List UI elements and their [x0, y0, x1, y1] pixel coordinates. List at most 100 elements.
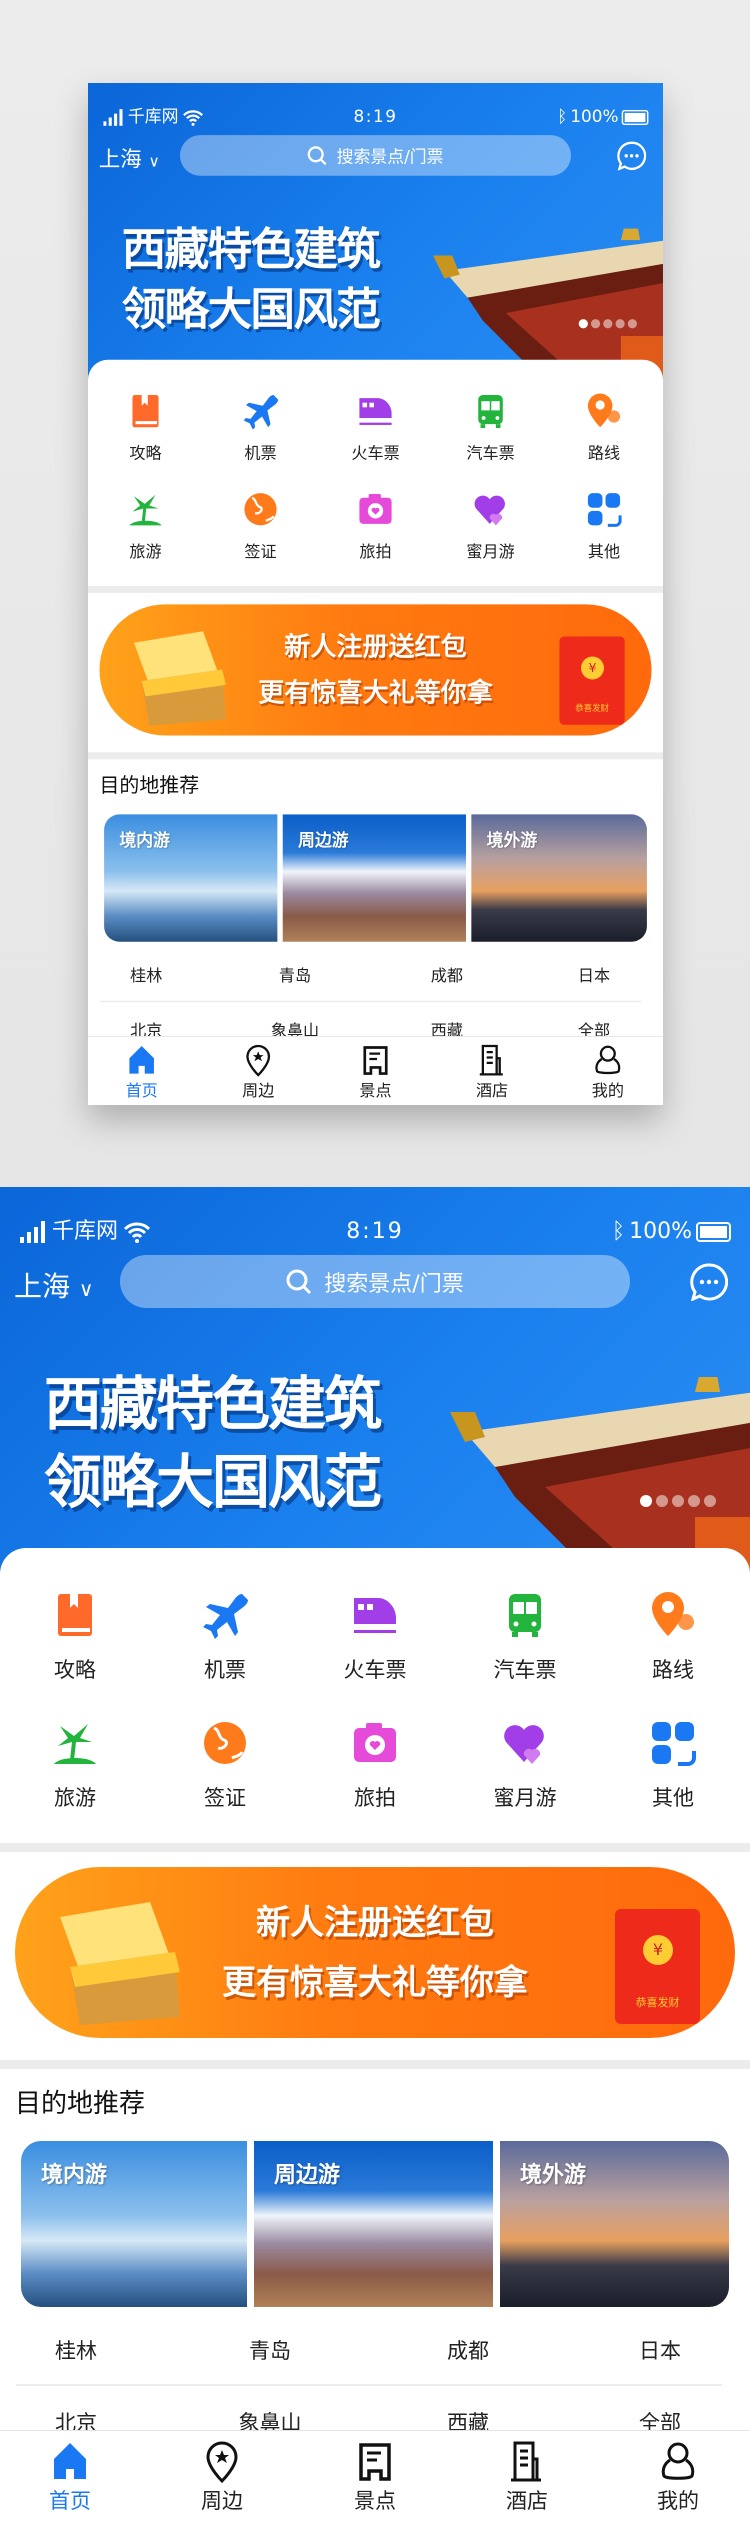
tab-hotel-building[interactable]: 酒店	[477, 2439, 577, 2515]
grid-more-icon	[587, 493, 622, 527]
destination-link[interactable]: 青岛	[257, 963, 334, 986]
message-icon[interactable]	[617, 141, 647, 171]
category-route-pin[interactable]: 路线	[613, 1590, 733, 1684]
dest-card-nearby[interactable]: 周边游	[254, 2141, 493, 2307]
tab-label: 酒店	[506, 2489, 548, 2513]
search-icon	[307, 145, 327, 165]
category-hearts[interactable]: 蜜月游	[465, 1718, 585, 1812]
promo-banner[interactable]: 新人注册送红包 更有惊喜大礼等你拿 ¥ 恭喜发财	[15, 1867, 735, 2038]
dot[interactable]	[627, 319, 637, 329]
category-grid-more[interactable]: 其他	[613, 1718, 733, 1812]
hotel-building-icon	[511, 2441, 541, 2482]
divider	[88, 752, 664, 760]
tab-label: 酒店	[475, 1081, 509, 1100]
city-selector[interactable]: 上海 ∨	[99, 143, 160, 174]
tab-nearby-pin[interactable]: 周边	[172, 2439, 272, 2515]
dot[interactable]	[590, 319, 601, 329]
airplane-icon	[243, 395, 279, 430]
user-icon	[595, 1045, 621, 1075]
category-label: 路线	[587, 444, 621, 463]
tab-user[interactable]: 我的	[569, 1043, 646, 1101]
category-label: 机票	[204, 1658, 246, 1682]
destination-link[interactable]: 日本	[610, 2335, 710, 2365]
search-input[interactable]: 搜索景点/门票	[120, 1255, 630, 1308]
tab-hotel-building[interactable]: 酒店	[454, 1043, 531, 1101]
destination-link[interactable]: 青岛	[220, 2335, 320, 2365]
category-label: 旅游	[54, 1786, 96, 1810]
category-camera[interactable]: 旅拍	[330, 490, 422, 562]
category-label: 蜜月游	[493, 1786, 557, 1810]
red-envelope-image: ¥ 恭喜发财	[559, 636, 625, 725]
category-palm-tree[interactable]: 旅游	[100, 490, 192, 562]
tab-scenic-ticket[interactable]: 景点	[337, 1043, 414, 1101]
city-name: 上海	[98, 146, 142, 172]
tab-user[interactable]: 我的	[628, 2439, 728, 2515]
destination-link[interactable]: 桂林	[26, 2335, 126, 2365]
tab-home[interactable]: 首页	[103, 1043, 180, 1101]
tab-label: 周边	[242, 1081, 275, 1100]
category-palm-tree[interactable]: 旅游	[15, 1718, 135, 1812]
dot[interactable]	[603, 319, 613, 329]
category-hearts[interactable]: 蜜月游	[445, 490, 537, 562]
city-selector[interactable]: 上海 ∨	[14, 1265, 94, 1305]
dot[interactable]	[656, 1495, 668, 1507]
category-guide-book[interactable]: 攻略	[100, 392, 192, 464]
dot[interactable]	[704, 1495, 716, 1507]
divider	[88, 585, 664, 593]
route-pin-icon	[652, 1592, 694, 1636]
banner[interactable]: 千库网 8:19 ᛒ 100% 上海 ∨ 搜索景点/门票 西藏特色建筑 领略大国风…	[0, 1187, 750, 1577]
category-label: 路线	[652, 1658, 694, 1682]
scenic-ticket-icon	[359, 2443, 391, 2481]
banner-headline-2: 领略大国风范	[121, 283, 381, 336]
tab-home[interactable]: 首页	[20, 2439, 120, 2515]
dot[interactable]	[615, 319, 625, 329]
carousel-dots[interactable]	[578, 319, 637, 329]
carousel-dots[interactable]	[640, 1495, 716, 1507]
category-airplane[interactable]: 机票	[165, 1590, 285, 1684]
category-guide-book[interactable]: 攻略	[15, 1590, 135, 1684]
search-placeholder: 搜索景点/门票	[336, 147, 444, 167]
category-bus[interactable]: 汽车票	[465, 1590, 585, 1684]
train-icon	[359, 398, 392, 425]
dot[interactable]	[688, 1495, 700, 1507]
category-globe[interactable]: 签证	[165, 1718, 285, 1812]
category-airplane[interactable]: 机票	[215, 392, 307, 464]
dest-card-nearby[interactable]: 周边游	[282, 814, 466, 942]
divider	[0, 1843, 750, 1852]
category-grid-more[interactable]: 其他	[558, 490, 650, 562]
destination-link[interactable]: 成都	[408, 963, 485, 986]
camera-icon	[354, 1723, 396, 1762]
dest-card-domestic[interactable]: 境内游	[21, 2141, 247, 2307]
tab-label: 周边	[201, 2489, 243, 2513]
destination-link[interactable]: 成都	[418, 2335, 518, 2365]
search-input[interactable]: 搜索景点/门票	[180, 135, 572, 176]
bus-icon	[509, 1594, 541, 1637]
dest-card-domestic[interactable]: 境内游	[104, 814, 278, 942]
scenic-ticket-icon	[363, 1046, 388, 1075]
category-globe[interactable]: 签证	[215, 490, 307, 562]
dot[interactable]	[578, 319, 588, 329]
category-camera[interactable]: 旅拍	[315, 1718, 435, 1812]
dot[interactable]	[672, 1495, 684, 1507]
category-label: 火车票	[351, 444, 400, 463]
dest-card-abroad[interactable]: 境外游	[500, 2141, 729, 2307]
category-bus[interactable]: 汽车票	[445, 392, 537, 464]
destination-link[interactable]: 桂林	[108, 963, 185, 986]
category-label: 旅拍	[359, 542, 392, 561]
category-train[interactable]: 火车票	[315, 1590, 435, 1684]
destination-link[interactable]: 日本	[556, 963, 633, 986]
category-train[interactable]: 火车票	[330, 392, 422, 464]
tibetan-roof-image	[450, 1377, 750, 1577]
dest-card-abroad[interactable]: 境外游	[471, 814, 647, 942]
user-icon	[661, 2442, 695, 2480]
category-grid: 攻略 机票 火车票 汽车票 路线旅游 签证 旅拍 蜜月游 其他	[88, 359, 664, 586]
dot[interactable]	[640, 1495, 652, 1507]
category-label: 签证	[244, 542, 277, 561]
banner-headline-1: 西藏特色建筑	[44, 1370, 382, 1438]
category-route-pin[interactable]: 路线	[558, 392, 650, 464]
promo-banner[interactable]: 新人注册送红包 更有惊喜大礼等你拿 ¥ 恭喜发财	[99, 604, 652, 736]
tab-scenic-ticket[interactable]: 景点	[325, 2439, 425, 2515]
tab-nearby-pin[interactable]: 周边	[220, 1043, 297, 1101]
banner[interactable]: 千库网 8:19 ᛒ 100% 上海 ∨ 搜索景点/门票 西藏特色建筑 领略大国风…	[88, 83, 664, 383]
message-icon[interactable]	[690, 1263, 728, 1301]
